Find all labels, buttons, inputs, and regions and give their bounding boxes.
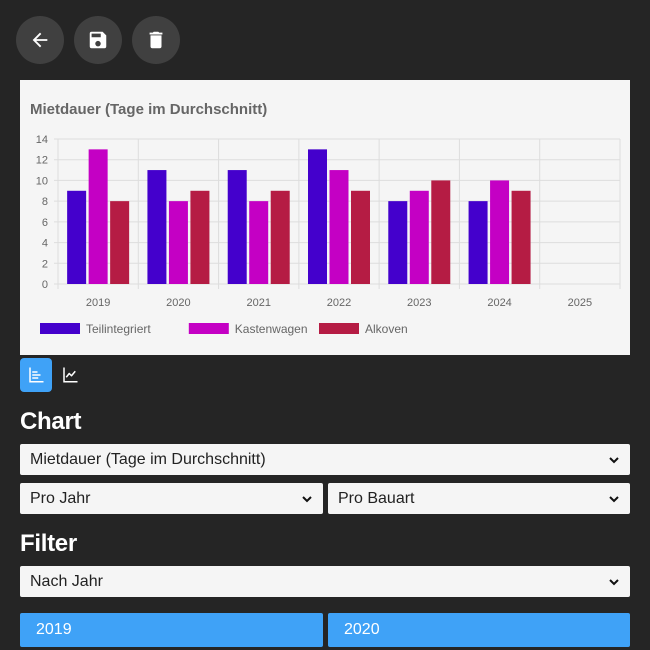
view-toggle bbox=[20, 358, 86, 392]
bar bbox=[88, 149, 108, 284]
period-select-value: Pro Jahr bbox=[30, 489, 91, 507]
x-tick-label: 2019 bbox=[86, 297, 110, 309]
chart-card: Mietdauer (Tage im Durchschnitt) 0 2 4 6 8 10… bbox=[20, 80, 630, 355]
y-tick-label: 8 bbox=[42, 196, 48, 208]
delete-button[interactable] bbox=[132, 16, 180, 64]
chart-section-title: Chart bbox=[20, 408, 82, 435]
legend-label: Teilintegriert bbox=[86, 322, 151, 336]
metric-select-value: Mietdauer (Tage im Durchschnitt) bbox=[30, 450, 266, 468]
x-tick-label: 2024 bbox=[487, 297, 511, 309]
bar bbox=[308, 149, 327, 284]
legend-swatch bbox=[188, 323, 229, 334]
bar bbox=[468, 201, 488, 284]
bar bbox=[249, 201, 269, 284]
arrow-left-icon bbox=[32, 32, 48, 48]
bar-chart-icon bbox=[29, 367, 44, 383]
x-tick-label: 2023 bbox=[407, 297, 431, 309]
y-tick-label: 14 bbox=[36, 134, 48, 146]
bar bbox=[511, 190, 531, 284]
year-button-2020[interactable]: 2020 bbox=[328, 613, 630, 647]
bar bbox=[351, 190, 370, 284]
back-button[interactable] bbox=[16, 16, 64, 64]
chevron-down-icon bbox=[609, 578, 619, 585]
save-button[interactable] bbox=[74, 16, 122, 64]
y-tick-label: 0 bbox=[42, 279, 48, 291]
filter-select-value: Nach Jahr bbox=[30, 572, 103, 590]
bar bbox=[270, 190, 290, 284]
bar bbox=[168, 201, 188, 284]
bar bbox=[110, 201, 130, 284]
bar bbox=[329, 170, 349, 284]
bar bbox=[409, 190, 429, 284]
bar-chart-toggle[interactable] bbox=[20, 358, 52, 392]
legend-label: Kastenwagen bbox=[235, 322, 308, 336]
y-tick-label: 2 bbox=[42, 258, 48, 270]
chart-title: Mietdauer (Tage im Durchschnitt) bbox=[30, 101, 267, 118]
bar bbox=[67, 190, 87, 284]
line-chart-icon bbox=[63, 367, 78, 383]
group-select[interactable]: Pro Bauart bbox=[328, 483, 630, 514]
bar bbox=[147, 170, 167, 284]
legend-swatch bbox=[40, 323, 80, 334]
y-tick-label: 10 bbox=[36, 175, 48, 187]
group-select-value: Pro Bauart bbox=[338, 489, 415, 507]
y-tick-label: 12 bbox=[36, 155, 48, 167]
bar bbox=[431, 180, 451, 284]
x-tick-label: 2020 bbox=[166, 297, 190, 309]
period-select[interactable]: Pro Jahr bbox=[20, 483, 323, 514]
metric-select[interactable]: Mietdauer (Tage im Durchschnitt) bbox=[20, 444, 630, 475]
chevron-down-icon bbox=[609, 495, 619, 502]
bar bbox=[388, 201, 408, 284]
y-tick-label: 4 bbox=[42, 238, 48, 250]
bar bbox=[190, 190, 210, 284]
x-tick-label: 2025 bbox=[568, 297, 592, 309]
x-tick-label: 2021 bbox=[246, 297, 270, 309]
toolbar bbox=[16, 16, 180, 64]
year-button-2019[interactable]: 2019 bbox=[20, 613, 323, 647]
floppy-disk-icon bbox=[89, 31, 107, 49]
trash-icon bbox=[149, 31, 163, 49]
legend-label: Alkoven bbox=[365, 322, 408, 336]
chevron-down-icon bbox=[609, 456, 619, 463]
bar-chart: Mietdauer (Tage im Durchschnitt) 0 2 4 6 8 10… bbox=[30, 101, 621, 336]
line-chart-toggle[interactable] bbox=[54, 358, 86, 392]
legend-swatch bbox=[319, 323, 359, 334]
filter-select[interactable]: Nach Jahr bbox=[20, 566, 630, 597]
bar bbox=[490, 180, 510, 284]
bar bbox=[227, 170, 247, 284]
filter-section-title: Filter bbox=[20, 530, 77, 557]
x-tick-label: 2022 bbox=[327, 297, 351, 309]
chevron-down-icon bbox=[302, 495, 312, 502]
y-tick-label: 6 bbox=[42, 217, 48, 229]
